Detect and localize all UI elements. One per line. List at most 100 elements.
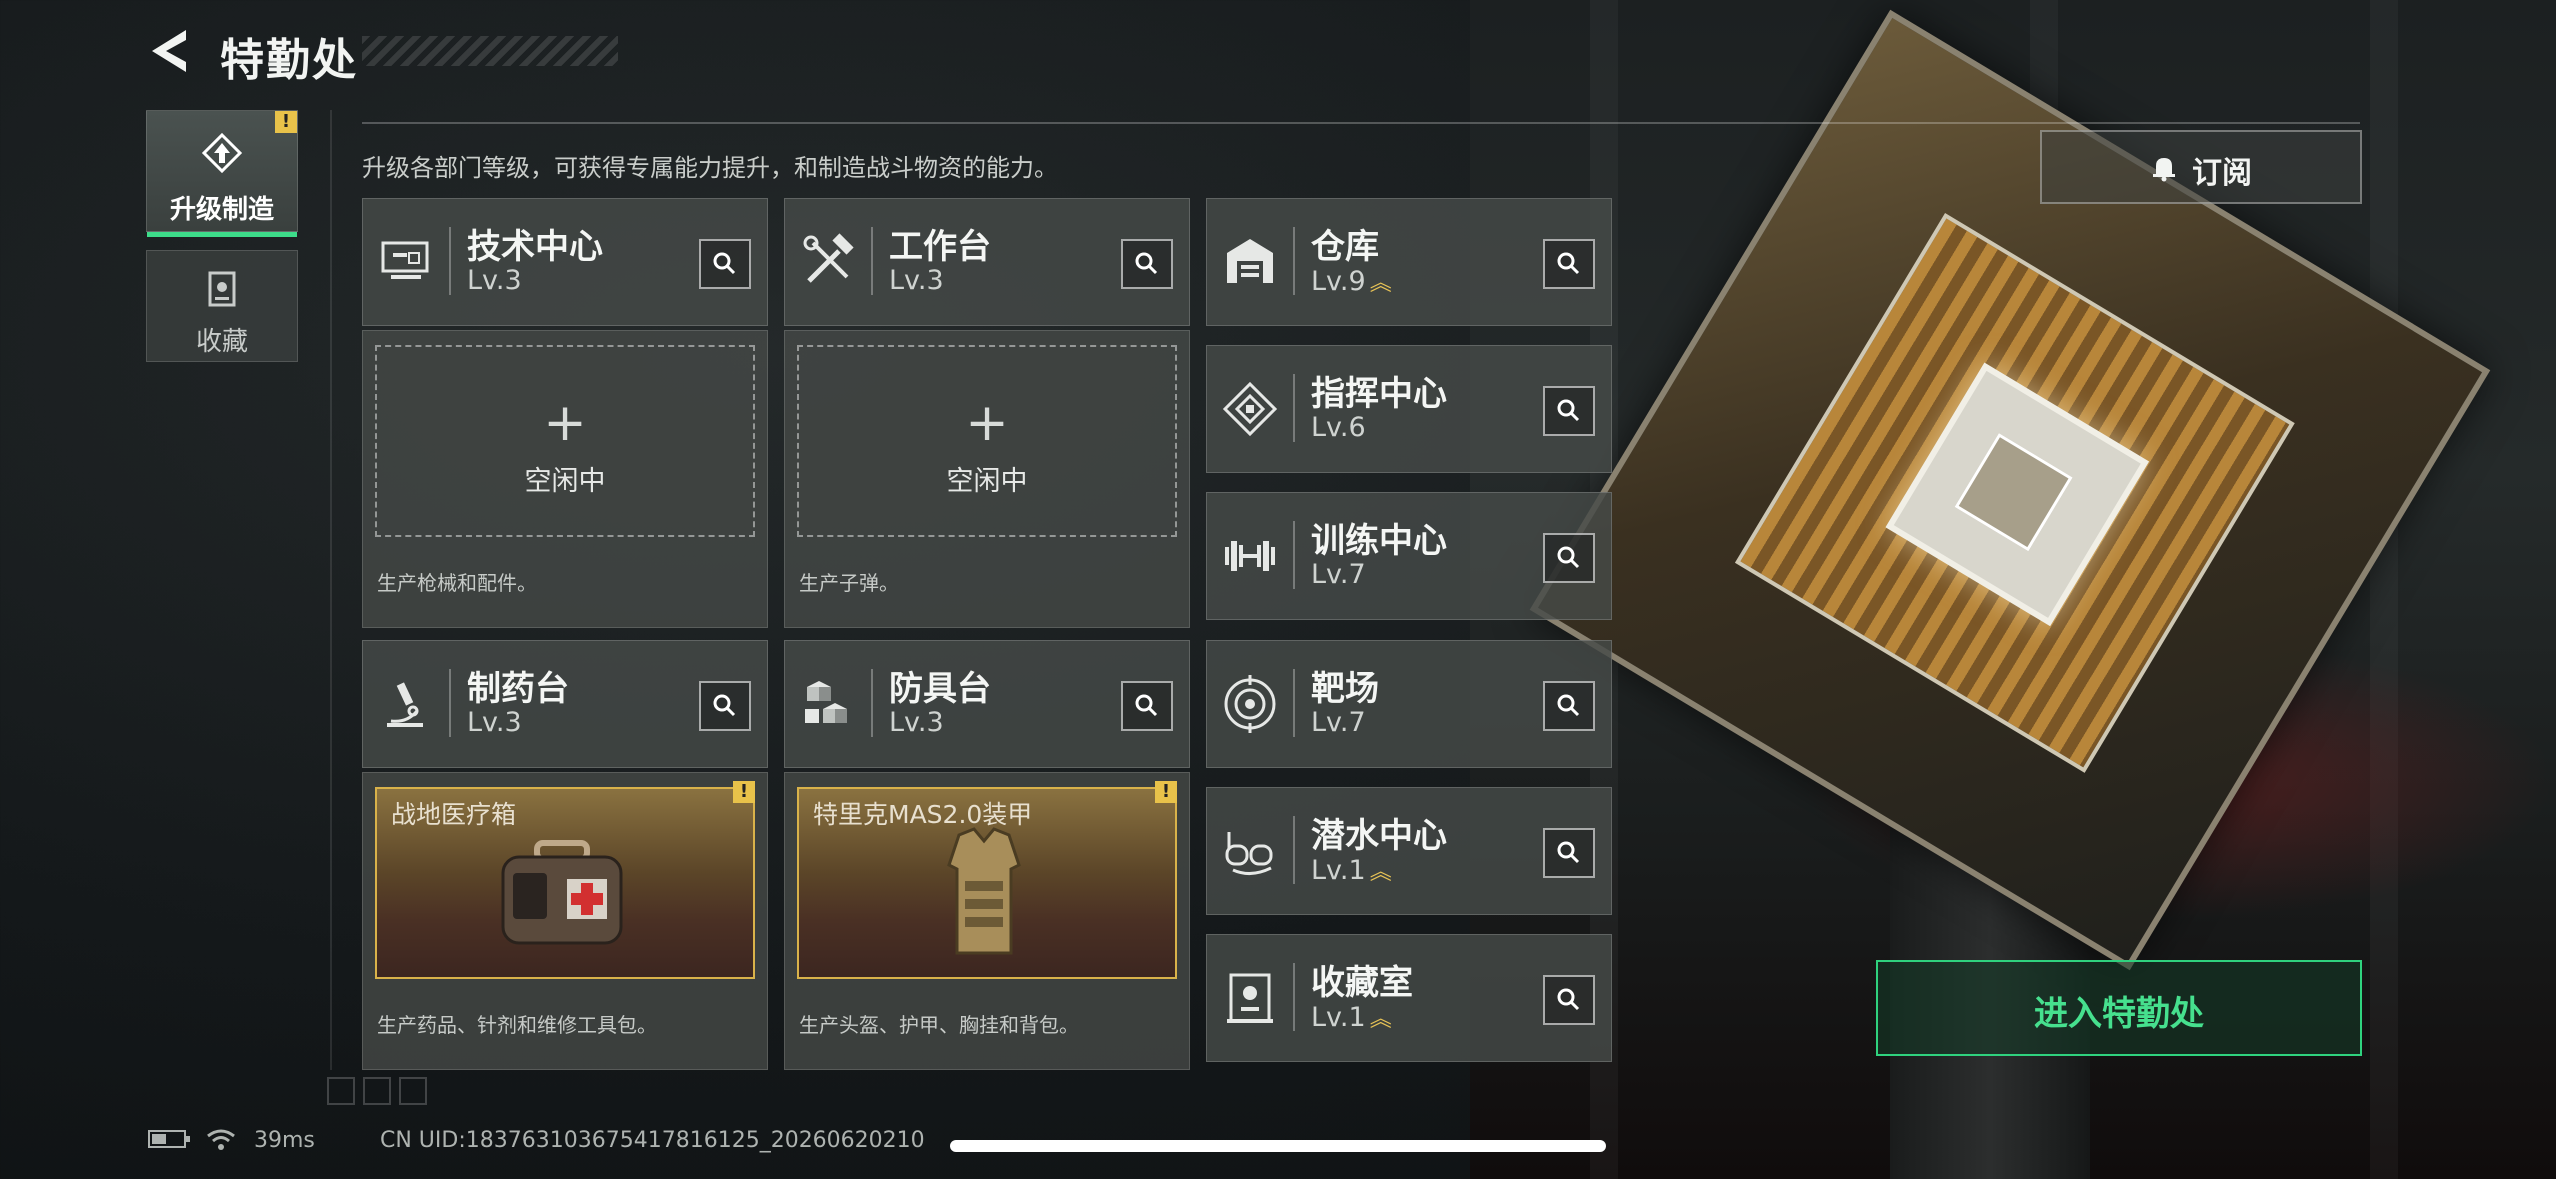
dept-level: Lv.7 <box>1311 559 1366 590</box>
back-icon[interactable] <box>148 26 192 76</box>
dept-level: Lv.7 <box>1311 707 1366 738</box>
dept-name: 工作台 <box>889 227 991 267</box>
divider <box>330 110 332 1070</box>
dept-card-armor-bench[interactable]: 防具台 Lv.3 <box>784 640 1190 768</box>
dept-card-command-center[interactable]: 指挥中心 Lv.6 <box>1206 345 1612 473</box>
dept-name: 仓库 <box>1311 227 1379 267</box>
tab-collection[interactable]: 收藏 <box>146 250 298 362</box>
product-card[interactable]: 战地医疗箱 ! <box>375 781 755 979</box>
medkit-image <box>497 839 627 949</box>
user-uid: CN UID:183763103675417816125_20260620210 <box>380 1128 925 1153</box>
divider <box>449 669 451 737</box>
slot-status: 空闲中 <box>946 466 1028 497</box>
product-card[interactable]: 特里克MAS2.0装甲 ! <box>797 781 1177 979</box>
home-indicator[interactable] <box>950 1140 1606 1152</box>
cubes-icon <box>799 675 857 733</box>
upgrade-available-icon: ︽ <box>1369 860 1392 885</box>
chip-icon <box>1221 380 1279 438</box>
divider <box>1293 669 1295 737</box>
product-name: 战地医疗箱 <box>391 800 517 829</box>
search-icon[interactable] <box>1543 386 1595 436</box>
divider <box>1293 521 1295 589</box>
slot-description: 生产药品、针剂和维修工具包。 <box>377 1013 657 1037</box>
dept-card-training-center[interactable]: 训练中心 Lv.7 <box>1206 492 1612 620</box>
enter-base-label: 进入特勤处 <box>2034 994 2204 1034</box>
divider <box>449 227 451 295</box>
dept-name: 技术中心 <box>467 227 603 267</box>
page-title: 特勤处 <box>220 35 358 86</box>
ping-value: 39ms <box>254 1128 315 1153</box>
search-icon[interactable] <box>1543 828 1595 878</box>
dept-level: Lv.3 <box>467 265 522 296</box>
search-icon[interactable] <box>1121 681 1173 731</box>
dept-level: Lv.3 <box>889 707 944 738</box>
slot-status: 空闲中 <box>524 466 606 497</box>
slot-description: 生产头盔、护甲、胸挂和背包。 <box>799 1013 1079 1037</box>
dept-name: 制药台 <box>467 669 569 709</box>
plus-icon: + <box>543 393 587 453</box>
armor-vest-image <box>939 825 1029 965</box>
dept-card-pharmacy[interactable]: 制药台 Lv.3 <box>362 640 768 768</box>
dept-level: Lv.6 <box>1311 412 1366 443</box>
tech-center-icon <box>377 233 435 291</box>
dept-level: Lv.3 <box>889 265 944 296</box>
production-slot-pharmacy[interactable]: 战地医疗箱 ! 生产药品、针剂和维修工具包。 <box>362 772 768 1070</box>
production-slot-workbench[interactable]: + 空闲中 生产子弹。 <box>784 330 1190 628</box>
search-icon[interactable] <box>1543 533 1595 583</box>
subscribe-label: 订阅 <box>2192 156 2252 191</box>
alert-badge: ! <box>275 111 297 133</box>
divider <box>362 122 2360 124</box>
title-decoration <box>362 36 618 66</box>
search-icon[interactable] <box>699 239 751 289</box>
upgrade-available-icon: ︽ <box>1369 1007 1392 1032</box>
dept-level: Lv.9 ︽ <box>1311 266 1392 297</box>
warehouse-icon <box>1221 233 1279 291</box>
dumbbell-icon <box>1221 527 1279 585</box>
divider <box>1293 963 1295 1031</box>
search-icon[interactable] <box>1543 239 1595 289</box>
dept-card-shooting-range[interactable]: 靶场 Lv.7 <box>1206 640 1612 768</box>
enter-base-button[interactable]: 进入特勤处 <box>1876 960 2362 1056</box>
dept-level: Lv.1 ︽ <box>1311 1002 1392 1033</box>
tools-icon <box>799 233 857 291</box>
search-icon[interactable] <box>1543 975 1595 1025</box>
dept-name: 靶场 <box>1311 669 1379 709</box>
tab-label: 升级制造 <box>169 195 274 225</box>
search-icon[interactable] <box>1121 239 1173 289</box>
empty-slot[interactable]: + 空闲中 <box>797 345 1177 537</box>
divider <box>1293 816 1295 884</box>
dept-level: Lv.3 <box>467 707 522 738</box>
search-icon[interactable] <box>1543 681 1595 731</box>
dept-card-workbench[interactable]: 工作台 Lv.3 <box>784 198 1190 326</box>
dept-name: 收藏室 <box>1311 963 1413 1003</box>
tab-label: 收藏 <box>195 327 248 357</box>
dept-level: Lv.1 ︽ <box>1311 855 1392 886</box>
microscope-icon <box>377 675 435 733</box>
dept-card-collection-room[interactable]: 收藏室 Lv.1 ︽ <box>1206 934 1612 1062</box>
empty-slot[interactable]: + 空闲中 <box>375 345 755 537</box>
dept-card-tech-center[interactable]: 技术中心 Lv.3 <box>362 198 768 326</box>
slot-description: 生产枪械和配件。 <box>377 571 537 595</box>
trophy-case-icon <box>1221 969 1279 1027</box>
dept-name: 防具台 <box>889 669 991 709</box>
production-slot-tech[interactable]: + 空闲中 生产枪械和配件。 <box>362 330 768 628</box>
divider <box>871 669 873 737</box>
page-subtitle: 升级各部门等级，可获得专属能力提升，和制造战斗物资的能力。 <box>362 154 1058 182</box>
slot-description: 生产子弹。 <box>799 571 899 595</box>
subscribe-button[interactable]: 订阅 <box>2040 130 2362 204</box>
plus-icon: + <box>965 393 1009 453</box>
dept-name: 指挥中心 <box>1311 374 1447 414</box>
dept-name: 潜水中心 <box>1311 816 1447 856</box>
upgrade-available-icon: ︽ <box>1369 271 1392 296</box>
alert-badge: ! <box>733 781 755 803</box>
search-icon[interactable] <box>699 681 751 731</box>
alert-badge: ! <box>1155 781 1177 803</box>
production-slot-armor[interactable]: 特里克MAS2.0装甲 ! 生产头盔、护甲、胸挂和背包。 <box>784 772 1190 1070</box>
upgrade-icon <box>201 132 243 174</box>
tab-upgrade-craft[interactable]: 升级制造 ! <box>146 110 298 237</box>
dept-card-diving-center[interactable]: 潜水中心 Lv.1 ︽ <box>1206 787 1612 915</box>
divider <box>871 227 873 295</box>
wifi-icon <box>206 1128 236 1158</box>
dept-card-warehouse[interactable]: 仓库 Lv.9 ︽ <box>1206 198 1612 326</box>
diving-mask-icon <box>1221 822 1279 880</box>
